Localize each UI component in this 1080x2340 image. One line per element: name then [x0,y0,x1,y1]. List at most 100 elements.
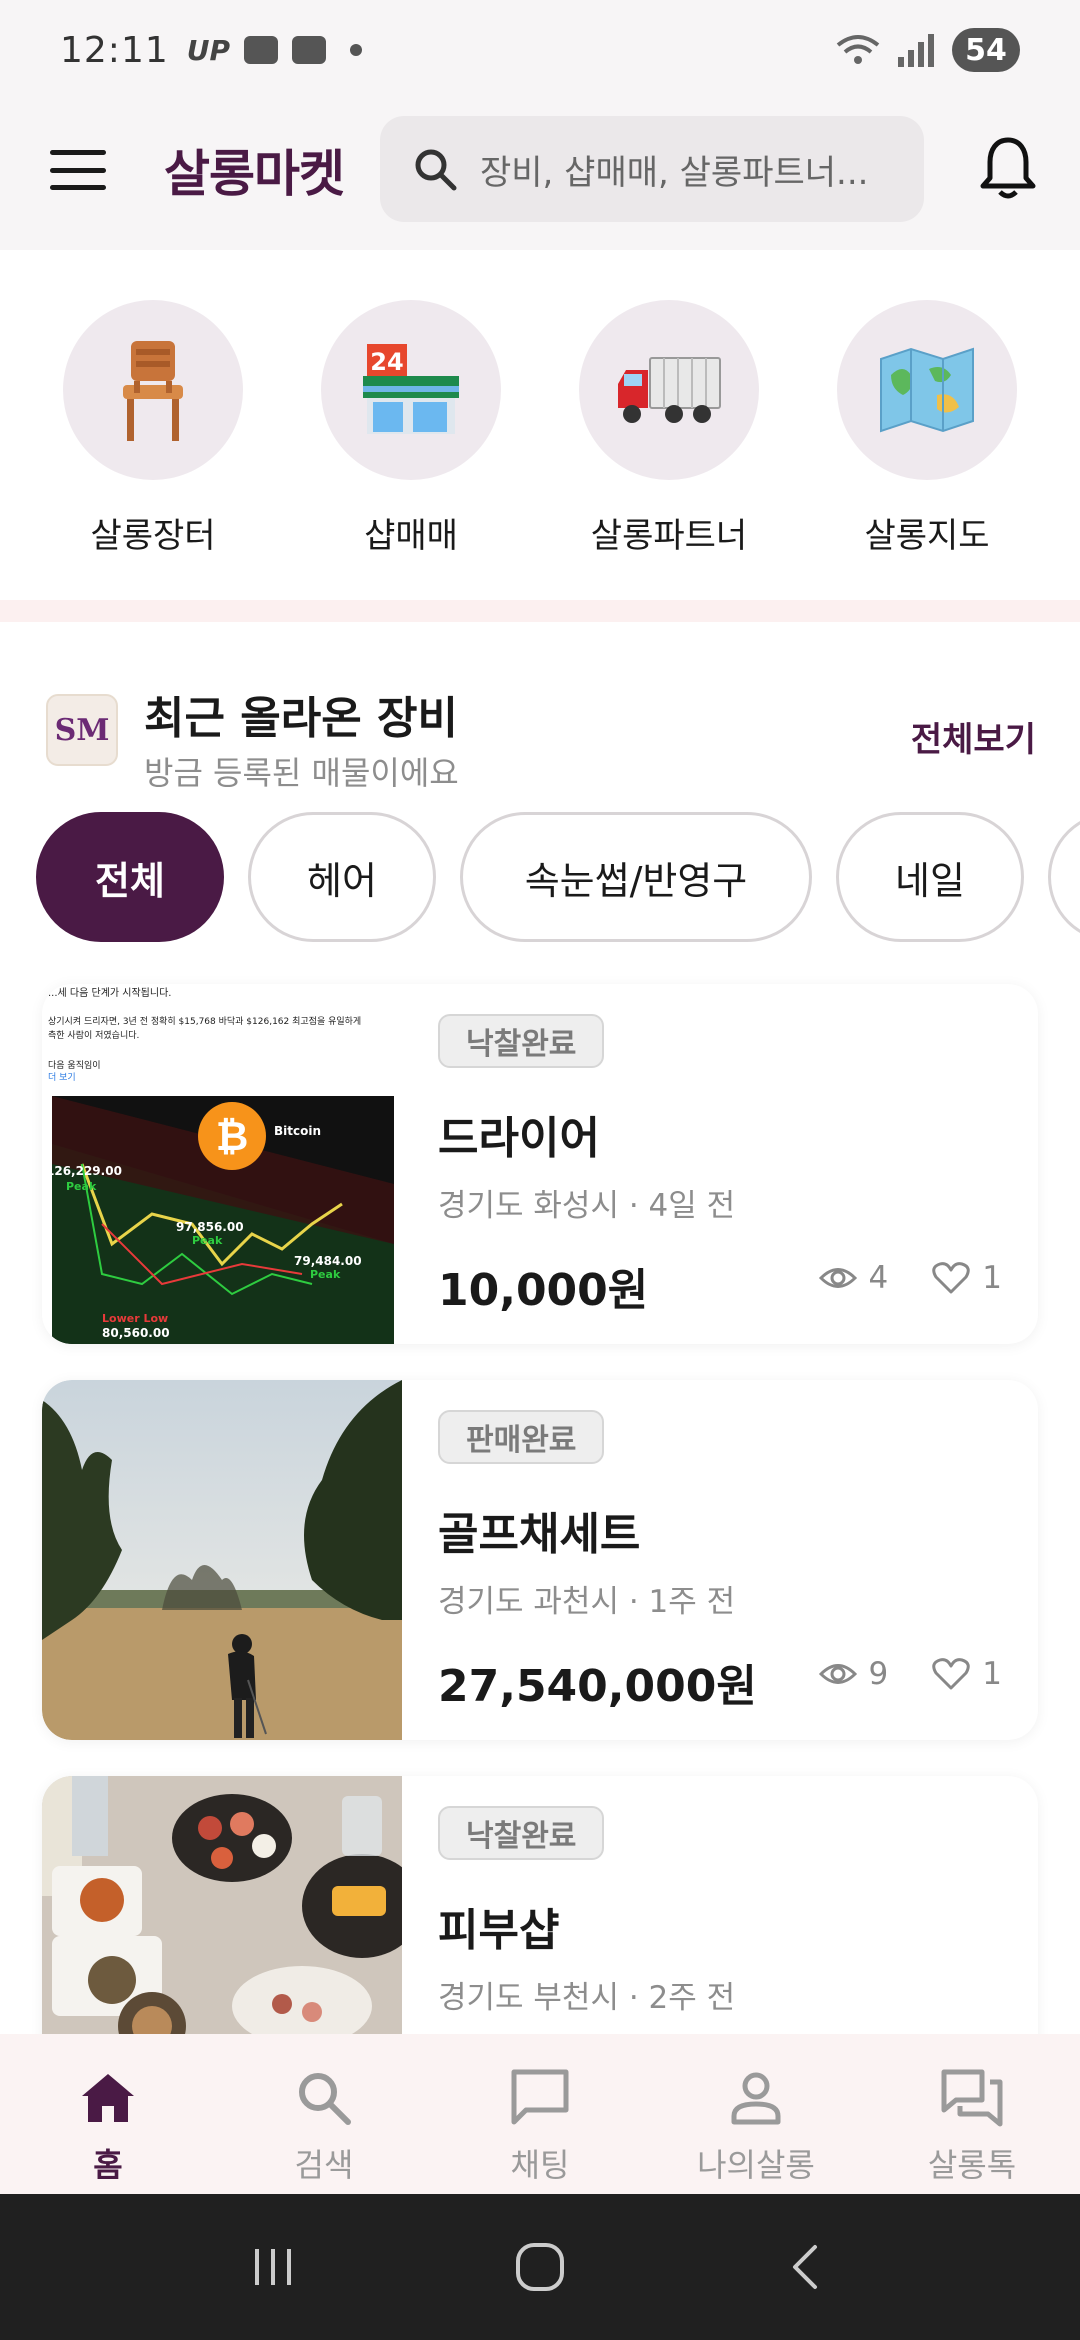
nav-chat[interactable]: 채팅 [432,2034,648,2194]
heart-icon[interactable] [932,1657,971,1691]
brand-title: 살롱마켓 [164,145,345,203]
section-header: SM 최근 올라온 장비 방금 등록된 매물이에요 전체보기 [46,682,1036,792]
person-icon [731,2072,781,2125]
map-icon [880,347,974,433]
thumb-low-label: Lower Low [102,1312,169,1325]
category-row: 살롱장터 24 샵매매 살롱파트너 살롱지도 [0,250,1080,600]
category-label: 샵매매 [364,516,458,556]
thumb-peak3: 79,484.00 [294,1254,362,1268]
thumb-coin-label: Bitcoin [274,1124,322,1138]
recents-icon[interactable] [243,2237,303,2297]
listing-location: 경기도 과천시 · 1주 전 [438,1584,736,1620]
up-app-icon: UP [186,33,231,67]
category-label: 살롱지도 [864,516,990,556]
thumb-text-1: ...세 다음 단계가 시작됩니다. [48,988,172,999]
back-icon[interactable] [777,2237,837,2297]
notification-app-icon [244,36,279,64]
chair-icon [123,341,183,441]
listing-location: 경기도 부천시 · 2주 전 [438,1980,736,2016]
chip-hair[interactable]: 헤어 [248,812,436,942]
nav-search[interactable]: 검색 [216,2034,432,2194]
view-count: 9 [868,1656,889,1692]
eye-icon [818,1268,857,1288]
search-bar[interactable]: 장비, 샵매매, 살롱파트너... [380,116,924,222]
store-24-icon: 24 [363,344,459,434]
nav-label: 살롱톡 [927,2146,1017,2184]
section-divider [0,600,1080,622]
chat-icon [511,2069,569,2125]
listing-title: 피부샵 [438,1905,560,1956]
like-count: 1 [982,1260,1002,1296]
thumb-low-value: 80,560.00 [102,1326,170,1340]
like-count: 1 [982,1656,1002,1692]
heart-icon[interactable] [932,1261,971,1295]
battery-indicator: 54 [952,28,1020,72]
wifi-icon [836,35,880,64]
thumb-more-link: 더 보기 [48,1073,76,1083]
nav-my-salon[interactable]: 나의살롱 [648,2034,864,2194]
chip-all[interactable]: 전체 [36,812,224,942]
thumb-text-2: 상기시켜 드리자면, 3년 전 정확히 $15,768 바닥과 $126,162… [48,1017,362,1027]
search-placeholder: 장비, 샵매매, 살롱파트너... [480,152,869,193]
app-header: 살롱마켓 장비, 샵매매, 살롱파트너... [0,110,1080,230]
listing-card[interactable]: 낙찰완료 피부샵 경기도 부천시 · 2주 전 [42,1776,1038,2034]
filter-chips: 전체 헤어 속눈썹/반영구 네일 [36,812,1080,946]
view-count: 4 [868,1260,889,1296]
nav-label: 검색 [294,2146,354,2184]
status-time: 12:11 [60,29,169,71]
status-badge: 판매완료 [438,1410,605,1464]
thumb-peak2-label: Peak [192,1234,223,1247]
nav-home[interactable]: 홈 [0,2034,216,2194]
listing-price: 27,540,000원 [438,1661,757,1712]
listing-thumbnail: ₿ ...세 다음 단계가 시작됩니다. 상기시켜 드리자면, 3년 전 정확히… [42,984,402,1344]
thumb-peak1-label: Peak [66,1180,97,1193]
listing-title: 드라이어 [438,1113,600,1164]
listing-stats: 4 1 [818,1260,1002,1296]
thumb-peak1: 126,229.00 [46,1164,122,1178]
home-icon [82,2074,134,2122]
see-all-link[interactable]: 전체보기 [911,712,1036,761]
listing-thumbnail [42,1380,402,1740]
more-notifications-dot [350,44,363,56]
recent-equipment-section: SM 최근 올라온 장비 방금 등록된 매물이에요 전체보기 전체 헤어 속눈썹… [0,622,1080,2034]
system-nav-bar [0,2194,1080,2340]
thumb-peak3-label: Peak [310,1268,341,1281]
status-badge: 낙찰완료 [438,1014,605,1068]
search-icon [299,2073,351,2125]
svg-text:24: 24 [370,348,403,376]
listing-card[interactable]: 판매완료 골프채세트 경기도 과천시 · 1주 전 27,540,000원 9 … [42,1380,1038,1740]
nav-label: 홈 [93,2146,123,2184]
category-label: 살롱장터 [90,516,216,556]
nav-salon-talk[interactable]: 살롱톡 [864,2034,1080,2194]
truck-icon [618,357,721,423]
status-bar: 12:11 UP 54 [0,0,1080,100]
gift-icon [292,36,327,64]
category-shop-trade[interactable]: 24 샵매매 [301,250,521,600]
signal-icon [898,34,934,67]
category-label: 살롱파트너 [590,516,748,556]
category-salon-map[interactable]: 살롱지도 [817,250,1037,600]
search-icon [415,149,457,191]
bottom-nav: 홈 검색 채팅 나의살롱 살롱톡 [0,2034,1080,2194]
forum-icon [941,2069,1003,2127]
thumb-peak2: 97,856.00 [176,1220,244,1234]
nav-label: 나의살롱 [697,2146,815,2184]
svg-text:₿: ₿ [216,1114,249,1160]
listing-title: 골프채세트 [438,1509,641,1560]
status-badge: 낙찰완료 [438,1806,605,1860]
salon-market-logo: SM [46,694,118,766]
chip-lash-semi-permanent[interactable]: 속눈썹/반영구 [460,812,812,942]
menu-icon[interactable] [50,150,106,190]
listing-card[interactable]: ₿ ...세 다음 단계가 시작됩니다. 상기시켜 드리자면, 3년 전 정확히… [42,984,1038,1344]
thumb-text-3: 측한 사람이 저였습니다. [48,1031,140,1041]
chip-nail[interactable]: 네일 [836,812,1024,942]
nav-label: 채팅 [510,2146,570,2184]
listing-price: 10,000원 [438,1265,649,1316]
listing-thumbnail [42,1776,402,2034]
bell-icon[interactable] [978,134,1038,200]
category-salon-partner[interactable]: 살롱파트너 [559,250,779,600]
section-subtitle: 방금 등록된 매물이에요 [144,754,459,792]
chip-more[interactable] [1048,812,1080,942]
home-button-icon[interactable] [510,2237,570,2297]
category-salon-market[interactable]: 살롱장터 [43,250,263,600]
